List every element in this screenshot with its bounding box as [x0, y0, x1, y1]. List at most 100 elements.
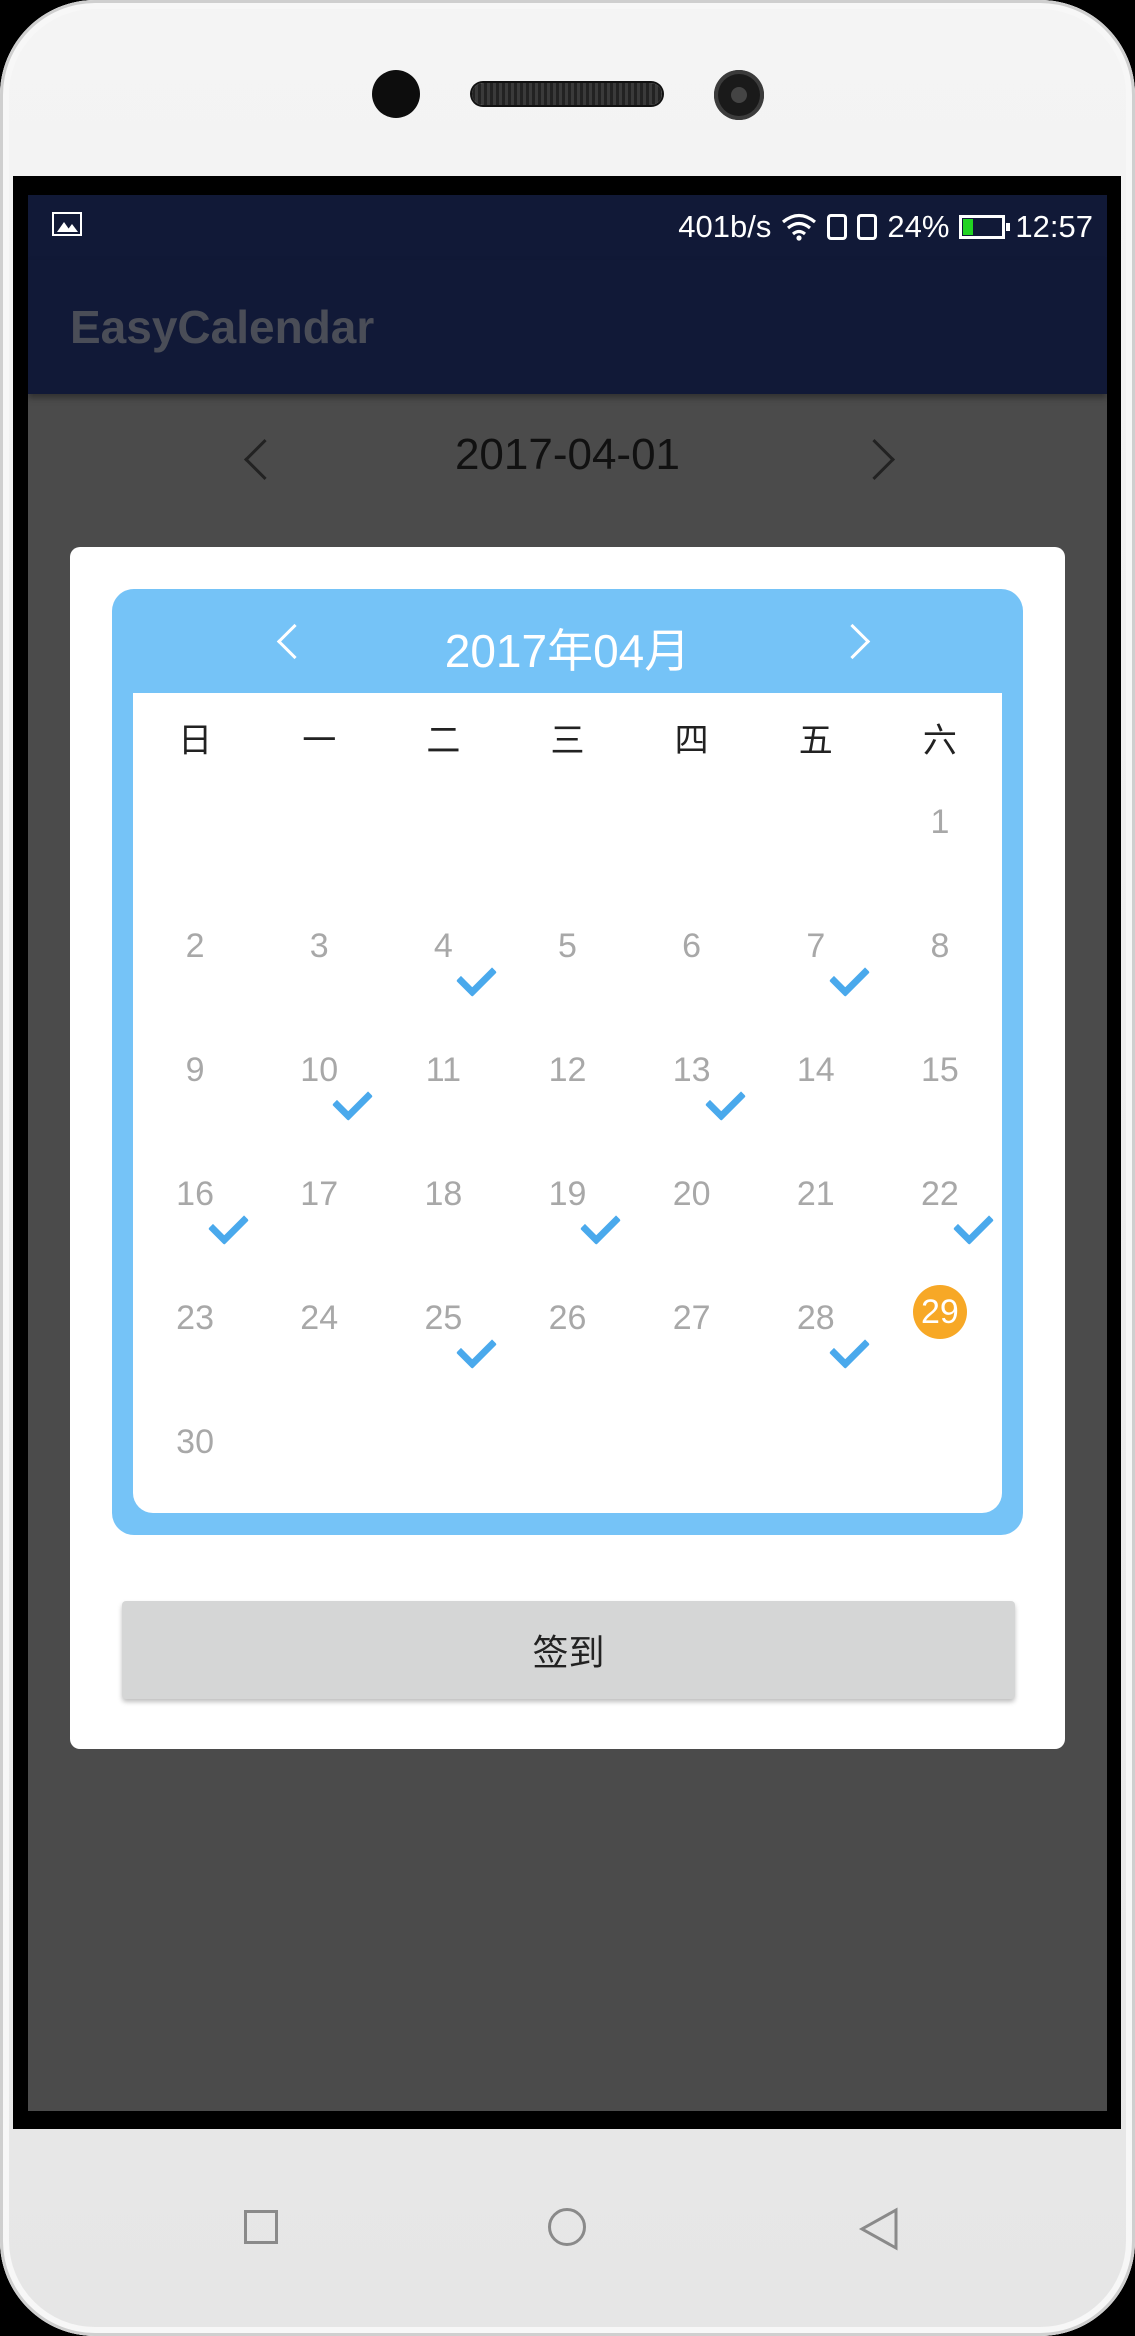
day-cell[interactable]: 6: [630, 897, 754, 1021]
day-cell[interactable]: 3: [257, 897, 381, 1021]
day-number: 2: [185, 927, 205, 965]
front-sensor: [372, 70, 420, 118]
system-navigation-bar: [0, 2140, 1135, 2336]
empty-day-cell: [381, 1393, 505, 1517]
day-number: 22: [921, 1175, 959, 1213]
day-cell[interactable]: 2: [133, 897, 257, 1021]
day-number: 13: [672, 1051, 711, 1089]
day-cell[interactable]: 12: [505, 1021, 629, 1145]
day-cell[interactable]: 5: [505, 897, 629, 1021]
empty-day-cell: [505, 773, 629, 897]
wifi-icon: [782, 213, 817, 241]
earpiece-speaker: [472, 83, 662, 105]
week-row: 2 3 4 5 6 7 8: [133, 897, 1002, 1021]
day-number: 4: [433, 927, 453, 965]
status-bar: 401b/s 24% 12:57: [28, 195, 1107, 260]
empty-day-cell: [257, 1393, 381, 1517]
day-cell[interactable]: 20: [630, 1145, 754, 1269]
battery-icon: [959, 215, 1011, 239]
week-row: 9 10 11 12 13 14 15: [133, 1021, 1002, 1145]
image-icon: [52, 212, 82, 236]
calendar: 2017年04月 日 一 二 三 四 五 六 1 2 3 4 5 6 7 8 9 10 11 12 13…: [112, 589, 1023, 1535]
day-number: 5: [558, 927, 577, 965]
day-cell[interactable]: 22: [878, 1145, 1002, 1269]
day-cell[interactable]: 19: [505, 1145, 629, 1269]
back-triangle-icon[interactable]: [858, 2206, 900, 2252]
day-number: 26: [548, 1299, 587, 1337]
phone-frame: 401b/s 24% 12:57 EasyCalendar 2017-04-01: [0, 0, 1135, 2336]
week-row: 23 24 25 26 27 28 29: [133, 1269, 1002, 1393]
month-title: 2017年04月: [444, 625, 691, 677]
day-cell[interactable]: 21: [754, 1145, 878, 1269]
day-cell[interactable]: 16: [133, 1145, 257, 1269]
day-cell[interactable]: 24: [257, 1269, 381, 1393]
day-number: 1: [930, 803, 950, 841]
day-cell[interactable]: 30: [133, 1393, 257, 1517]
day-cell[interactable]: 15: [878, 1021, 1002, 1145]
date-navigator: 2017-04-01: [28, 430, 1107, 530]
day-number: 10: [300, 1051, 339, 1089]
weekday-label: 五: [798, 721, 833, 761]
empty-day-cell: [754, 773, 878, 897]
day-cell[interactable]: 11: [381, 1021, 505, 1145]
day-cell[interactable]: 25: [381, 1269, 505, 1393]
day-number: 3: [309, 927, 329, 965]
day-cell[interactable]: 18: [381, 1145, 505, 1269]
day-cell[interactable]: 1: [878, 773, 1002, 897]
status-right: 401b/s 24% 12:57: [678, 205, 1093, 249]
empty-day-cell: [630, 1393, 754, 1517]
current-date: 2017-04-01: [454, 430, 681, 479]
recent-apps-square-icon[interactable]: [244, 2210, 278, 2244]
week-row: 1: [133, 773, 1002, 897]
day-cell[interactable]: 28: [754, 1269, 878, 1393]
day-number: 25: [424, 1299, 463, 1337]
week-row: 16 17 18 19 20 21 22: [133, 1145, 1002, 1269]
empty-day-cell: [505, 1393, 629, 1517]
app-title: EasyCalendar: [70, 301, 375, 353]
home-circle-icon[interactable]: [548, 2208, 586, 2246]
week-row: 30: [133, 1393, 1002, 1517]
day-cell[interactable]: 29: [878, 1269, 1002, 1393]
day-cell[interactable]: 10: [257, 1021, 381, 1145]
day-cell[interactable]: 17: [257, 1145, 381, 1269]
day-cell[interactable]: 8: [878, 897, 1002, 1021]
sign-in-button[interactable]: 签到: [122, 1601, 1015, 1699]
day-number: 14: [796, 1051, 835, 1089]
sim-icon: [827, 214, 848, 240]
day-cell[interactable]: 13: [630, 1021, 754, 1145]
app-bar: EasyCalendar: [28, 260, 1107, 394]
battery-fill: [963, 219, 974, 235]
empty-day-cell: [754, 1393, 878, 1517]
day-number: 21: [796, 1175, 835, 1213]
day-number: 11: [425, 1051, 461, 1089]
day-cell[interactable]: 26: [505, 1269, 629, 1393]
day-number: 12: [548, 1051, 587, 1089]
empty-day-cell: [381, 773, 505, 897]
day-number: 24: [300, 1299, 339, 1337]
weekday-header: 日 一 二 三 四 五 六: [133, 713, 1002, 761]
empty-day-cell: [878, 1393, 1002, 1517]
calendar-header: 2017年04月: [112, 589, 1023, 693]
day-cell[interactable]: 4: [381, 897, 505, 1021]
sim-icon: [857, 214, 878, 240]
day-number: 7: [806, 927, 826, 965]
calendar-body: 日 一 二 三 四 五 六 1 2 3 4 5 6 7 8 9 10 11 12 13 14 15 16 17 1…: [133, 693, 1002, 1513]
day-cell[interactable]: 23: [133, 1269, 257, 1393]
day-number: 16: [176, 1175, 214, 1213]
empty-day-cell: [257, 773, 381, 897]
empty-day-cell: [630, 773, 754, 897]
day-number: 18: [424, 1175, 463, 1213]
day-number: 20: [672, 1175, 711, 1213]
front-camera: [714, 70, 764, 120]
day-number: 28: [796, 1299, 835, 1337]
net-speed: 401b/s: [678, 209, 772, 244]
day-cell[interactable]: 27: [630, 1269, 754, 1393]
day-number: 19: [548, 1175, 587, 1213]
day-number: 27: [672, 1299, 711, 1337]
day-number: 9: [185, 1051, 205, 1089]
day-cell[interactable]: 7: [754, 897, 878, 1021]
day-cell[interactable]: 9: [133, 1021, 257, 1145]
day-cell[interactable]: 14: [754, 1021, 878, 1145]
sign-in-dialog: 2017年04月 日 一 二 三 四 五 六 1 2 3 4 5 6 7 8 9 10 11 12 13…: [70, 547, 1065, 1749]
display: 401b/s 24% 12:57 EasyCalendar 2017-04-01: [28, 195, 1107, 2111]
